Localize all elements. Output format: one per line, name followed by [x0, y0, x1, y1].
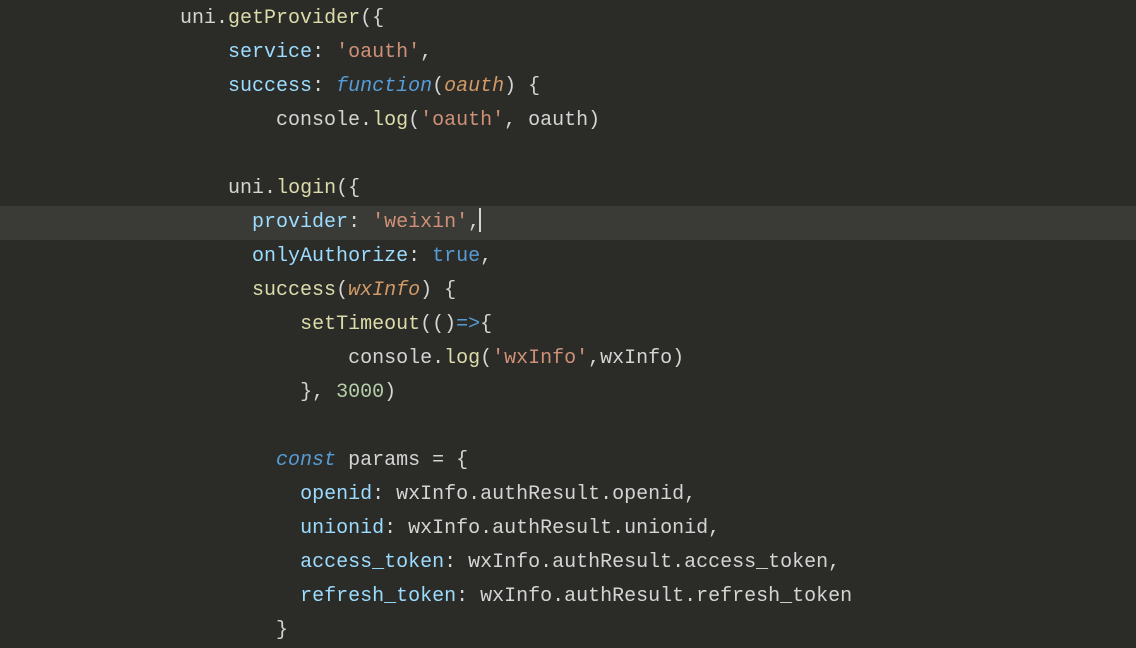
token-text: ( [432, 75, 444, 98]
indent [0, 240, 252, 274]
indent [0, 580, 300, 614]
token-text: , [420, 41, 432, 64]
code-line[interactable]: unionid: wxInfo.authResult.unionid, [0, 512, 1136, 546]
indent [0, 70, 228, 104]
token-method: log [444, 347, 480, 370]
indent [0, 512, 300, 546]
indent [0, 36, 228, 70]
text-cursor [479, 208, 481, 232]
indent [0, 342, 348, 376]
token-text: uni. [228, 177, 276, 200]
indent [0, 308, 300, 342]
token-text: : [348, 211, 372, 234]
token-text: ({ [360, 7, 384, 30]
code-line[interactable] [0, 138, 1136, 172]
token-keyword: const [276, 449, 336, 472]
token-param: wxInfo [348, 279, 420, 302]
token-text: = { [432, 449, 468, 472]
code-line[interactable]: uni.getProvider({ [0, 2, 1136, 36]
token-text: : [408, 245, 432, 268]
token-text: ) { [504, 75, 540, 98]
token-string: 'wxInfo' [492, 347, 588, 370]
token-text: , oauth) [504, 109, 600, 132]
token-text: : wxInfo.authResult.openid, [372, 483, 696, 506]
token-keyword-nf: => [456, 313, 480, 336]
token-prop: success [228, 75, 312, 98]
token-text: : wxInfo.authResult.unionid, [384, 517, 720, 540]
code-line[interactable]: success(wxInfo) { [0, 274, 1136, 308]
token-prop: refresh_token [300, 585, 456, 608]
token-text: : [312, 75, 336, 98]
token-string: 'oauth' [336, 41, 420, 64]
token-prop: unionid [300, 517, 384, 540]
code-line[interactable]: uni.login({ [0, 172, 1136, 206]
token-text: ( [480, 347, 492, 370]
token-string: 'weixin' [372, 211, 468, 234]
line-highlight-marker [0, 206, 6, 240]
token-text: , [480, 245, 492, 268]
code-line[interactable]: service: 'oauth', [0, 36, 1136, 70]
code-line[interactable]: }, 3000) [0, 376, 1136, 410]
token-method: getProvider [228, 7, 360, 30]
token-param: oauth [444, 75, 504, 98]
code-line[interactable]: console.log('wxInfo',wxInfo) [0, 342, 1136, 376]
token-method: log [372, 109, 408, 132]
token-text: ( [336, 279, 348, 302]
indent [0, 104, 276, 138]
code-line[interactable]: } [0, 614, 1136, 648]
token-text: params [336, 449, 432, 472]
token-text: console. [276, 109, 372, 132]
token-prop: provider [252, 211, 348, 234]
code-line[interactable]: provider: 'weixin', [0, 206, 1136, 240]
code-line[interactable]: openid: wxInfo.authResult.openid, [0, 478, 1136, 512]
token-method: success [252, 279, 336, 302]
token-prop: onlyAuthorize [252, 245, 408, 268]
token-text: : wxInfo.authResult.refresh_token [456, 585, 852, 608]
indent [0, 274, 252, 308]
code-line[interactable]: success: function(oauth) { [0, 70, 1136, 104]
indent [0, 444, 276, 478]
indent [0, 478, 300, 512]
indent [0, 376, 300, 410]
token-string: 'oauth' [420, 109, 504, 132]
token-text: ( [408, 109, 420, 132]
indent [0, 172, 228, 206]
token-text: console. [348, 347, 444, 370]
code-line[interactable]: console.log('oauth', oauth) [0, 104, 1136, 138]
code-editor[interactable]: uni.getProvider({ service: 'oauth', succ… [0, 0, 1136, 648]
token-text: : [312, 41, 336, 64]
token-prop: openid [300, 483, 372, 506]
token-text: } [276, 619, 288, 642]
token-prop: service [228, 41, 312, 64]
token-keyword: function [336, 75, 432, 98]
token-text: }, [300, 381, 336, 404]
token-number: 3000 [336, 381, 384, 404]
code-line[interactable] [0, 410, 1136, 444]
indent [0, 614, 276, 648]
token-keyword-nf: true [432, 245, 480, 268]
token-text: { [480, 313, 492, 336]
code-line[interactable]: const params = { [0, 444, 1136, 478]
token-text: uni. [180, 7, 228, 30]
token-text: ) { [420, 279, 456, 302]
code-line[interactable]: setTimeout(()=>{ [0, 308, 1136, 342]
indent [0, 546, 300, 580]
indent [0, 2, 180, 36]
code-line[interactable]: refresh_token: wxInfo.authResult.refresh… [0, 580, 1136, 614]
indent [0, 206, 252, 240]
token-text: ,wxInfo) [588, 347, 684, 370]
token-text: ({ [336, 177, 360, 200]
code-line[interactable]: onlyAuthorize: true, [0, 240, 1136, 274]
token-text: ) [384, 381, 396, 404]
token-text: (() [420, 313, 456, 336]
token-method: setTimeout [300, 313, 420, 336]
token-prop: access_token [300, 551, 444, 574]
token-text: : wxInfo.authResult.access_token, [444, 551, 840, 574]
code-line[interactable]: access_token: wxInfo.authResult.access_t… [0, 546, 1136, 580]
token-method: login [276, 177, 336, 200]
